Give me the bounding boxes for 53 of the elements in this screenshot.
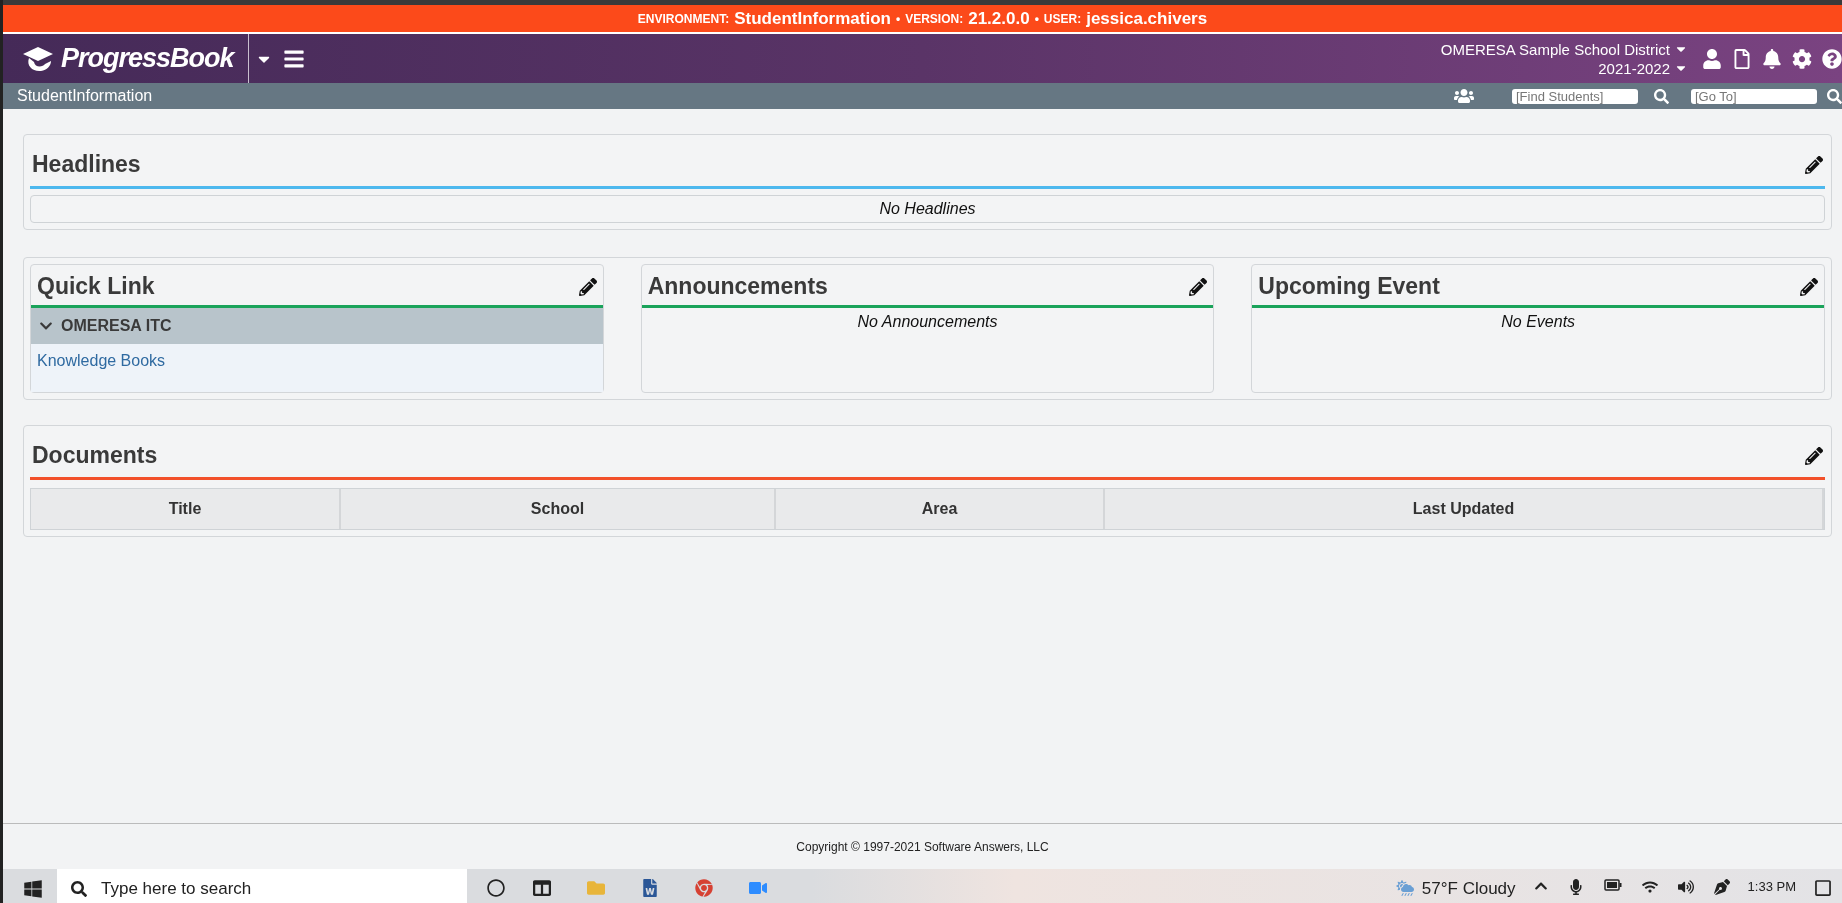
find-students-field[interactable]: [Find Students] (1512, 88, 1638, 104)
page-title: StudentInformation (17, 87, 153, 105)
district-dropdown[interactable]: OMERESA Sample School District (1440, 40, 1688, 58)
column-header[interactable]: School (341, 489, 776, 529)
widget-title: Announcements (647, 273, 828, 300)
pencil-icon[interactable] (1189, 277, 1208, 296)
group-header[interactable]: OMERESA ITC (31, 308, 603, 344)
pencil-icon[interactable] (1800, 277, 1818, 296)
wifi-icon[interactable] (1641, 879, 1658, 895)
go-to-field[interactable]: [Go To] (1691, 88, 1817, 104)
panel-title: Headlines (32, 151, 141, 178)
widget-title: Upcoming Event (1258, 273, 1440, 300)
environment-label: USER: (1043, 11, 1082, 26)
empty-message: No Headlines (30, 195, 1825, 223)
settings-icon[interactable] (1792, 48, 1812, 69)
environment-label: VERSION: (905, 11, 964, 26)
widget-title: Quick Link (37, 273, 155, 300)
separator-dot: • (895, 11, 901, 26)
weather-text[interactable]: 57°F Cloudy (1421, 879, 1516, 899)
task-view-icon[interactable] (533, 879, 551, 897)
empty-message: No Events (1500, 312, 1577, 331)
pencil-icon[interactable] (1805, 446, 1823, 465)
clock-text[interactable]: 1:33 PM (1747, 879, 1796, 894)
document-icon[interactable] (1732, 48, 1752, 69)
taskbar-search-field[interactable]: Type here to search (57, 869, 467, 903)
environment-label: ENVIRONMENT: (637, 11, 730, 26)
windows-icon[interactable] (23, 879, 43, 899)
environment-value: 21.2.0.0 (968, 8, 1030, 29)
bell-icon[interactable] (1762, 48, 1782, 69)
help-icon[interactable] (1822, 48, 1842, 69)
search-icon (71, 881, 87, 897)
battery-icon[interactable] (1603, 879, 1622, 891)
users-icon[interactable] (1454, 86, 1474, 106)
pencil-icon[interactable] (578, 277, 597, 296)
column-header[interactable]: Last Updated (1105, 489, 1824, 529)
environment-value: jessica.chivers (1086, 8, 1208, 29)
volume-icon[interactable] (1677, 879, 1694, 895)
logo-text: ProgressBook (61, 43, 234, 74)
notification-icon[interactable] (1814, 879, 1832, 897)
pencil-icon[interactable] (1805, 155, 1823, 174)
environment-value: StudentInformation (734, 8, 891, 29)
separator-dot: • (1034, 11, 1039, 26)
pen-icon[interactable] (1713, 879, 1730, 895)
user-icon[interactable] (1702, 48, 1722, 69)
search-icon[interactable] (1654, 88, 1669, 104)
column-header[interactable]: Area (776, 489, 1105, 529)
search-icon[interactable] (1827, 88, 1842, 104)
copyright-text: Copyright © 1997-2021 Software Answers, LLC (796, 839, 1049, 854)
year-dropdown[interactable]: 2021-2022 (1598, 59, 1688, 77)
quick-link[interactable]: Knowledge Books (37, 352, 166, 369)
panel-title: Documents (32, 442, 158, 469)
column-header[interactable]: Title (31, 489, 341, 529)
empty-message: No Announcements (856, 312, 999, 331)
